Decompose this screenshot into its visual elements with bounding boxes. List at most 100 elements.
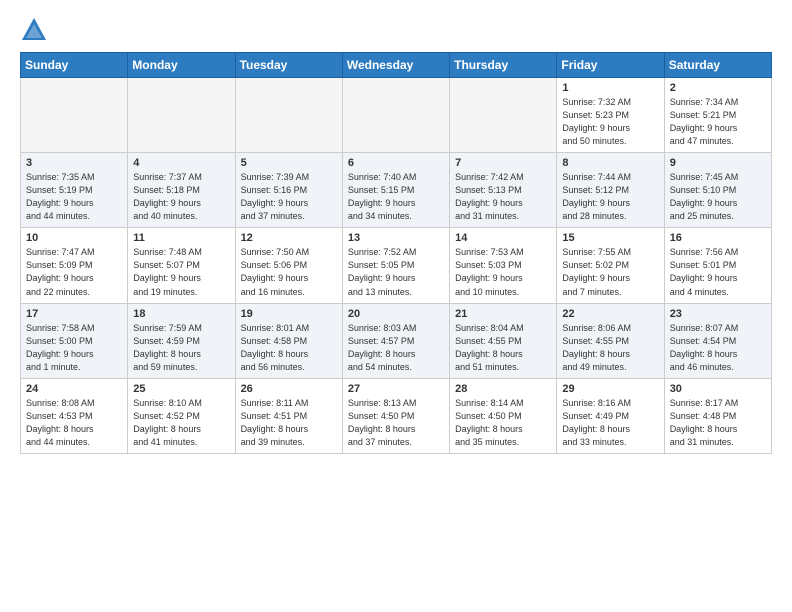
- day-number: 15: [562, 232, 658, 244]
- calendar-day: 11 Sunrise: 7:48 AMSunset: 5:07 PMDayligh…: [128, 228, 235, 303]
- day-number: 14: [455, 232, 551, 244]
- day-number: 2: [670, 82, 766, 94]
- day-number: 18: [133, 308, 229, 320]
- day-info: Sunrise: 8:08 AMSunset: 4:53 PMDaylight:…: [26, 397, 122, 449]
- day-info: Sunrise: 7:50 AMSunset: 5:06 PMDaylight:…: [241, 246, 337, 298]
- calendar-day: 20 Sunrise: 8:03 AMSunset: 4:57 PMDayligh…: [342, 303, 449, 378]
- day-number: 11: [133, 232, 229, 244]
- day-info: Sunrise: 7:47 AMSunset: 5:09 PMDaylight:…: [26, 246, 122, 298]
- day-info: Sunrise: 7:58 AMSunset: 5:00 PMDaylight:…: [26, 322, 122, 374]
- day-info: Sunrise: 8:01 AMSunset: 4:58 PMDaylight:…: [241, 322, 337, 374]
- day-number: 1: [562, 82, 658, 94]
- day-info: Sunrise: 7:55 AMSunset: 5:02 PMDaylight:…: [562, 246, 658, 298]
- calendar-day: 16Sunrise: 7:56 AMSunset: 5:01 PMDayligh…: [664, 228, 771, 303]
- day-info: Sunrise: 7:45 AMSunset: 5:10 PMDaylight:…: [670, 171, 766, 223]
- calendar-day: 7 Sunrise: 7:42 AMSunset: 5:13 PMDaylight…: [450, 153, 557, 228]
- day-number: 30: [670, 383, 766, 395]
- day-number: 7: [455, 157, 551, 169]
- calendar-day: 14 Sunrise: 7:53 AMSunset: 5:03 PMDayligh…: [450, 228, 557, 303]
- calendar-day: [128, 78, 235, 153]
- calendar-day: 13 Sunrise: 7:52 AMSunset: 5:05 PMDayligh…: [342, 228, 449, 303]
- day-number: 22: [562, 308, 658, 320]
- header-wednesday: Wednesday: [342, 53, 449, 78]
- calendar-week-row: 3Sunrise: 7:35 AMSunset: 5:19 PMDaylight…: [21, 153, 772, 228]
- day-number: 13: [348, 232, 444, 244]
- day-info: Sunrise: 8:17 AMSunset: 4:48 PMDaylight:…: [670, 397, 766, 449]
- calendar-day: 19 Sunrise: 8:01 AMSunset: 4:58 PMDayligh…: [235, 303, 342, 378]
- day-info: Sunrise: 7:59 AMSunset: 4:59 PMDaylight:…: [133, 322, 229, 374]
- day-info: Sunrise: 8:13 AMSunset: 4:50 PMDaylight:…: [348, 397, 444, 449]
- day-number: 19: [241, 308, 337, 320]
- calendar-week-row: 10 Sunrise: 7:47 AMSunset: 5:09 PMDayligh…: [21, 228, 772, 303]
- calendar-day: 26 Sunrise: 8:11 AMSunset: 4:51 PMDayligh…: [235, 378, 342, 453]
- day-info: Sunrise: 8:10 AMSunset: 4:52 PMDaylight:…: [133, 397, 229, 449]
- day-number: 23: [670, 308, 766, 320]
- day-number: 20: [348, 308, 444, 320]
- calendar-day: 25 Sunrise: 8:10 AMSunset: 4:52 PMDayligh…: [128, 378, 235, 453]
- calendar-day: [342, 78, 449, 153]
- calendar-day: 9Sunrise: 7:45 AMSunset: 5:10 PMDaylight…: [664, 153, 771, 228]
- day-number: 17: [26, 308, 122, 320]
- calendar-day: 24 Sunrise: 8:08 AMSunset: 4:53 PMDayligh…: [21, 378, 128, 453]
- header-saturday: Saturday: [664, 53, 771, 78]
- calendar-day: 12 Sunrise: 7:50 AMSunset: 5:06 PMDayligh…: [235, 228, 342, 303]
- calendar-header-row: SundayMondayTuesdayWednesdayThursdayFrid…: [21, 53, 772, 78]
- day-number: 28: [455, 383, 551, 395]
- day-number: 26: [241, 383, 337, 395]
- calendar: SundayMondayTuesdayWednesdayThursdayFrid…: [20, 52, 772, 454]
- day-number: 21: [455, 308, 551, 320]
- calendar-day: 30 Sunrise: 8:17 AMSunset: 4:48 PMDayligh…: [664, 378, 771, 453]
- calendar-week-row: 17 Sunrise: 7:58 AMSunset: 5:00 PMDayligh…: [21, 303, 772, 378]
- calendar-day: 3Sunrise: 7:35 AMSunset: 5:19 PMDaylight…: [21, 153, 128, 228]
- calendar-day: 6Sunrise: 7:40 AMSunset: 5:15 PMDaylight…: [342, 153, 449, 228]
- header-sunday: Sunday: [21, 53, 128, 78]
- calendar-day: 17 Sunrise: 7:58 AMSunset: 5:00 PMDayligh…: [21, 303, 128, 378]
- day-number: 8: [562, 157, 658, 169]
- day-info: Sunrise: 8:11 AMSunset: 4:51 PMDaylight:…: [241, 397, 337, 449]
- day-number: 10: [26, 232, 122, 244]
- day-info: Sunrise: 8:16 AMSunset: 4:49 PMDaylight:…: [562, 397, 658, 449]
- day-info: Sunrise: 8:07 AMSunset: 4:54 PMDaylight:…: [670, 322, 766, 374]
- day-info: Sunrise: 7:42 AMSunset: 5:13 PMDaylight:…: [455, 171, 551, 223]
- calendar-day: 23 Sunrise: 8:07 AMSunset: 4:54 PMDayligh…: [664, 303, 771, 378]
- calendar-day: 27 Sunrise: 8:13 AMSunset: 4:50 PMDayligh…: [342, 378, 449, 453]
- calendar-day: [450, 78, 557, 153]
- day-info: Sunrise: 7:44 AMSunset: 5:12 PMDaylight:…: [562, 171, 658, 223]
- day-info: Sunrise: 7:53 AMSunset: 5:03 PMDaylight:…: [455, 246, 551, 298]
- calendar-day: 1 Sunrise: 7:32 AMSunset: 5:23 PMDaylight…: [557, 78, 664, 153]
- day-number: 25: [133, 383, 229, 395]
- calendar-day: [235, 78, 342, 153]
- calendar-day: 2 Sunrise: 7:34 AMSunset: 5:21 PMDaylight…: [664, 78, 771, 153]
- calendar-day: 4Sunrise: 7:37 AMSunset: 5:18 PMDaylight…: [128, 153, 235, 228]
- day-number: 16: [670, 232, 766, 244]
- day-info: Sunrise: 7:39 AMSunset: 5:16 PMDaylight:…: [241, 171, 337, 223]
- day-info: Sunrise: 7:40 AMSunset: 5:15 PMDaylight:…: [348, 171, 444, 223]
- day-info: Sunrise: 8:06 AMSunset: 4:55 PMDaylight:…: [562, 322, 658, 374]
- calendar-week-row: 24 Sunrise: 8:08 AMSunset: 4:53 PMDayligh…: [21, 378, 772, 453]
- day-info: Sunrise: 7:34 AMSunset: 5:21 PMDaylight:…: [670, 96, 766, 148]
- day-info: Sunrise: 8:04 AMSunset: 4:55 PMDaylight:…: [455, 322, 551, 374]
- day-number: 29: [562, 383, 658, 395]
- calendar-day: 28 Sunrise: 8:14 AMSunset: 4:50 PMDayligh…: [450, 378, 557, 453]
- day-info: Sunrise: 7:48 AMSunset: 5:07 PMDaylight:…: [133, 246, 229, 298]
- day-number: 24: [26, 383, 122, 395]
- calendar-day: 8 Sunrise: 7:44 AMSunset: 5:12 PMDaylight…: [557, 153, 664, 228]
- day-number: 4: [133, 157, 229, 169]
- calendar-day: 22 Sunrise: 8:06 AMSunset: 4:55 PMDayligh…: [557, 303, 664, 378]
- header-tuesday: Tuesday: [235, 53, 342, 78]
- day-number: 27: [348, 383, 444, 395]
- day-info: Sunrise: 7:32 AMSunset: 5:23 PMDaylight:…: [562, 96, 658, 148]
- day-info: Sunrise: 7:52 AMSunset: 5:05 PMDaylight:…: [348, 246, 444, 298]
- day-number: 5: [241, 157, 337, 169]
- day-info: Sunrise: 8:03 AMSunset: 4:57 PMDaylight:…: [348, 322, 444, 374]
- calendar-day: 21 Sunrise: 8:04 AMSunset: 4:55 PMDayligh…: [450, 303, 557, 378]
- header: [20, 16, 772, 44]
- calendar-day: 15 Sunrise: 7:55 AMSunset: 5:02 PMDayligh…: [557, 228, 664, 303]
- page: SundayMondayTuesdayWednesdayThursdayFrid…: [0, 0, 792, 612]
- calendar-day: [21, 78, 128, 153]
- day-info: Sunrise: 7:35 AMSunset: 5:19 PMDaylight:…: [26, 171, 122, 223]
- day-number: 12: [241, 232, 337, 244]
- header-thursday: Thursday: [450, 53, 557, 78]
- day-info: Sunrise: 8:14 AMSunset: 4:50 PMDaylight:…: [455, 397, 551, 449]
- header-friday: Friday: [557, 53, 664, 78]
